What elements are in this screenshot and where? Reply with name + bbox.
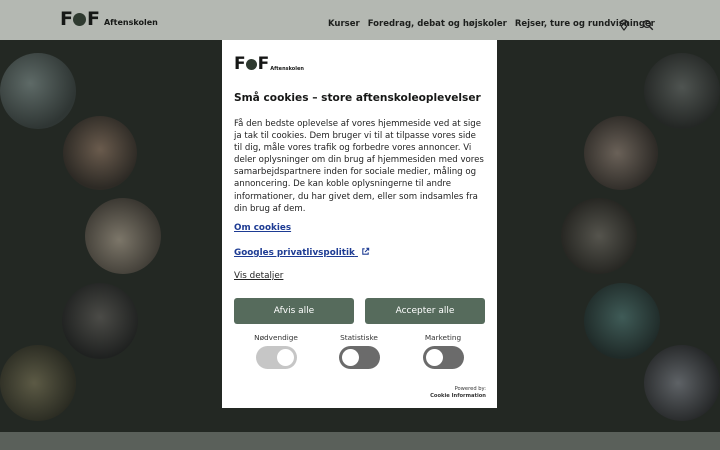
site-header: FF Aftenskolen Kurser Foredrag, debat og… bbox=[0, 0, 720, 40]
dialog-logo-mark: FF bbox=[234, 54, 269, 74]
logo-mark: FF bbox=[60, 8, 100, 30]
toggle-knob bbox=[426, 349, 443, 366]
photo-circle bbox=[63, 116, 137, 190]
nav-item-kurser[interactable]: Kurser bbox=[328, 19, 360, 29]
main-nav: Kurser Foredrag, debat og højskoler Rejs… bbox=[328, 19, 655, 29]
photo-circle bbox=[0, 345, 76, 421]
external-link-icon bbox=[362, 247, 370, 255]
reject-all-button[interactable]: Afvis alle bbox=[234, 298, 354, 324]
about-cookies-link[interactable]: Om cookies bbox=[234, 223, 291, 233]
google-privacy-link[interactable]: Googles privatlivspolitik bbox=[234, 247, 370, 258]
location-pin-icon[interactable] bbox=[618, 19, 630, 31]
powered-by-name: Cookie Information bbox=[430, 393, 486, 399]
footer-band bbox=[0, 432, 720, 450]
photo-circle bbox=[584, 116, 658, 190]
photo-circle bbox=[561, 198, 637, 274]
nav-item-foredrag[interactable]: Foredrag, debat og højskoler bbox=[368, 19, 507, 29]
photo-circle bbox=[644, 53, 720, 129]
dialog-logo-text: Aftenskolen bbox=[270, 66, 304, 72]
dialog-logo: FF Aftenskolen bbox=[234, 56, 304, 73]
photo-circle bbox=[584, 283, 660, 359]
photo-circle bbox=[0, 53, 76, 129]
powered-by[interactable]: Powered by: Cookie Information bbox=[430, 386, 486, 400]
nav-item-rejser[interactable]: Rejser, ture og rundvisninger bbox=[515, 19, 655, 29]
dialog-body-text: Få den bedste oplevelse af vores hjemmes… bbox=[234, 119, 484, 214]
photo-circle bbox=[644, 345, 720, 421]
toggle-knob bbox=[342, 349, 359, 366]
cookie-consent-dialog: FF Aftenskolen Små cookies – store aften… bbox=[222, 40, 497, 408]
toggle-knob bbox=[277, 349, 294, 366]
toggle-label-marketing: Marketing bbox=[424, 333, 462, 342]
show-details-link[interactable]: Vis detaljer bbox=[234, 271, 283, 281]
google-privacy-link-label: Googles privatlivspolitik bbox=[234, 248, 355, 258]
photo-circle bbox=[62, 283, 138, 359]
toggle-label-necessary: Nødvendige bbox=[254, 333, 298, 342]
site-logo[interactable]: FF Aftenskolen bbox=[60, 10, 158, 29]
powered-by-label: Powered by: bbox=[454, 386, 486, 392]
accept-all-button[interactable]: Accepter alle bbox=[365, 298, 485, 324]
marketing-toggle[interactable] bbox=[423, 346, 464, 369]
necessary-toggle bbox=[256, 346, 297, 369]
photo-circle bbox=[85, 198, 161, 274]
statistics-toggle[interactable] bbox=[339, 346, 380, 369]
search-icon[interactable] bbox=[642, 19, 654, 31]
toggle-label-statistics: Statistiske bbox=[340, 333, 378, 342]
dialog-title: Små cookies – store aftenskoleoplevelser bbox=[234, 92, 481, 104]
logo-text: Aftenskolen bbox=[103, 18, 158, 27]
